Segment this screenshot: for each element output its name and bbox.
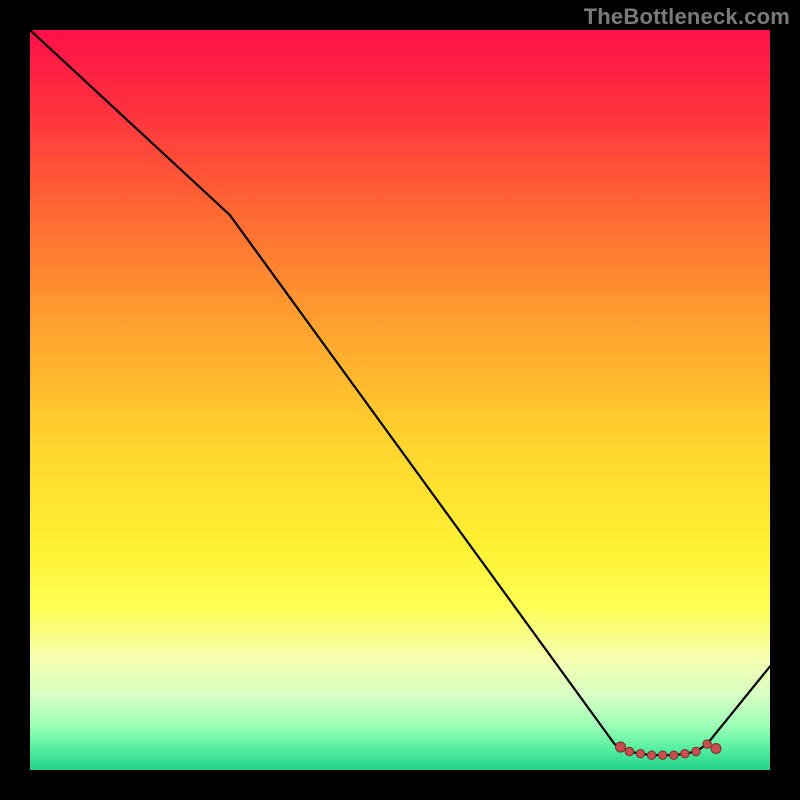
chart-svg [30,30,770,770]
watermark-text: TheBottleneck.com [584,4,790,30]
chart-frame: TheBottleneck.com [0,0,800,800]
chart-plot-area [30,30,770,770]
